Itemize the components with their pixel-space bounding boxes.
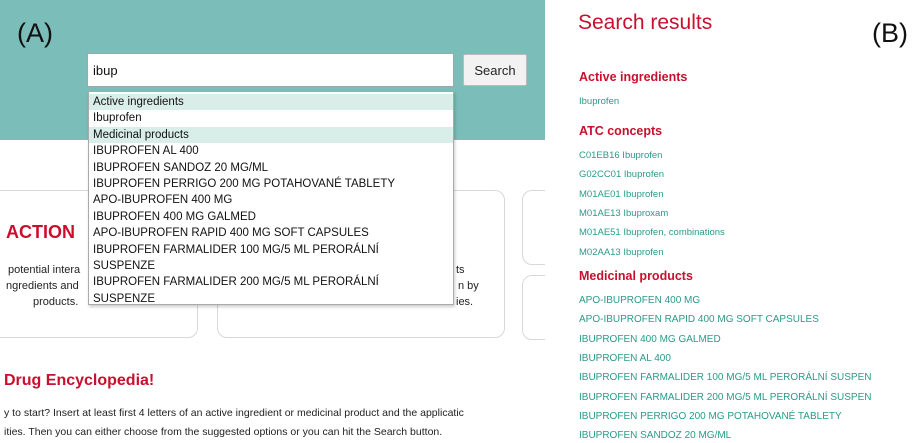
dropdown-option[interactable]: APO-IBUPROFEN RAPID 400 MG SOFT CAPSULES (89, 225, 453, 241)
results-section-heading: Medicinal products (579, 269, 693, 283)
dropdown-option[interactable]: APO-IBUPROFEN 400 MG (89, 192, 453, 208)
encyclopedia-intro-line: y to start? Insert at least first 4 lett… (4, 407, 464, 419)
encyclopedia-title: Drug Encyclopedia! (4, 372, 155, 389)
result-link[interactable]: IBUPROFEN AL 400 (579, 353, 671, 364)
dropdown-option[interactable]: IBUPROFEN 400 MG GALMED (89, 209, 453, 225)
result-link[interactable]: M02AA13 Ibuprofen (579, 247, 664, 258)
result-link[interactable]: IBUPROFEN SANDOZ 20 MG/ML (579, 430, 731, 441)
search-results-title: Search results (578, 11, 713, 34)
card-text-line: potential intera (8, 264, 81, 276)
dropdown-option[interactable]: Ibuprofen (89, 110, 453, 126)
dropdown-option[interactable]: IBUPROFEN PERRIGO 200 MG POTAHOVANÉ TABL… (89, 176, 453, 192)
dropdown-option[interactable]: IBUPROFEN FARMALIDER 200 MG/5 ML PERORÁL… (89, 274, 453, 290)
results-section-heading: Active ingredients (579, 70, 688, 84)
dropdown-option[interactable]: SUSPENZE (89, 258, 453, 274)
interaction-card-title: ACTION (6, 222, 75, 242)
result-link[interactable]: M01AE51 Ibuprofen, combinations (579, 227, 725, 238)
result-link[interactable]: Ibuprofen (579, 96, 619, 107)
dropdown-option[interactable]: IBUPROFEN FARMALIDER 100 MG/5 ML PERORÁL… (89, 242, 453, 258)
autocomplete-dropdown: Active ingredients Ibuprofen Medicinal pro… (88, 91, 454, 305)
dropdown-option[interactable]: SUSPENZE (89, 291, 453, 307)
panel-a: (A) Search ACTION potential intera ngred… (0, 0, 545, 443)
result-link[interactable]: IBUPROFEN FARMALIDER 100 MG/5 ML PERORÁL… (579, 372, 871, 383)
result-link[interactable]: C01EB16 Ibuprofen (579, 150, 662, 161)
result-link[interactable]: APO-IBUPROFEN RAPID 400 MG SOFT CAPSULES (579, 314, 819, 325)
result-link[interactable]: IBUPROFEN PERRIGO 200 MG POTAHOVANÉ TABL… (579, 411, 842, 422)
result-link[interactable]: M01AE13 Ibuproxam (579, 208, 668, 219)
card-text-line: ts (456, 264, 465, 276)
card-text-line: n by (458, 280, 479, 292)
result-link[interactable]: APO-IBUPROFEN 400 MG (579, 295, 700, 306)
search-input[interactable] (87, 53, 454, 87)
result-link[interactable]: M01AE01 Ibuprofen (579, 189, 664, 200)
panel-label-a: (A) (17, 18, 53, 48)
search-button[interactable]: Search (463, 54, 527, 86)
dropdown-group-header: Active ingredients (89, 94, 453, 111)
dropdown-option[interactable]: IBUPROFEN SANDOZ 20 MG/ML (89, 160, 453, 176)
card-text-line: products. (33, 296, 79, 308)
result-link[interactable]: IBUPROFEN 400 MG GALMED (579, 334, 721, 345)
feature-card-right-top (522, 190, 545, 265)
dropdown-group-header: Medicinal products (89, 126, 453, 144)
encyclopedia-intro-line: ities. Then you can either choose from t… (4, 426, 443, 438)
panel-b: (B) Search results Active ingredients Ibu… (545, 0, 914, 443)
dropdown-option[interactable]: IBUPROFEN AL 400 (89, 143, 453, 159)
result-link[interactable]: G02CC01 Ibuprofen (579, 169, 664, 180)
card-text-line: ngredients and (6, 280, 79, 292)
result-link[interactable]: IBUPROFEN FARMALIDER 200 MG/5 ML PERORÁL… (579, 392, 871, 403)
card-text-line: ies. (456, 296, 474, 308)
results-section-heading: ATC concepts (579, 124, 663, 138)
panel-label-b: (B) (872, 18, 908, 48)
feature-card-right-bottom (522, 275, 545, 340)
